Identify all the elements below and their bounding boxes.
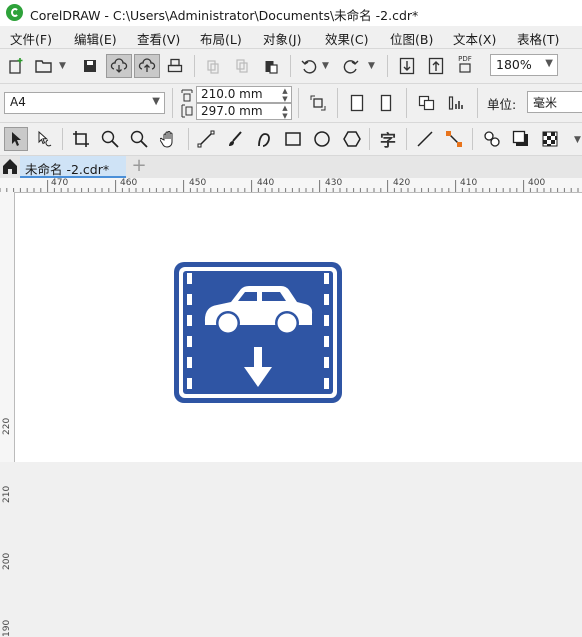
ruler-label: 220 [2, 417, 12, 435]
width-icon [181, 89, 193, 102]
page-height-value: 297.0 mm [201, 104, 263, 118]
horizontal-ruler[interactable]: 470 460 450 440 430 420 410 400 [0, 178, 582, 193]
ruler-label: 410 [460, 178, 478, 188]
page-layout-tool-icon[interactable] [307, 92, 329, 114]
rectangle-tool-icon[interactable] [282, 128, 304, 150]
new-document-icon[interactable] [5, 55, 27, 77]
paste-icon[interactable] [260, 55, 282, 77]
ruler-label: 470 [51, 178, 69, 188]
polygon-tool-icon[interactable] [341, 128, 363, 150]
cloud-upload-icon[interactable] [134, 54, 160, 78]
chevron-down-icon: ▼ [152, 96, 160, 107]
menu-edit[interactable]: 编辑(E) [74, 29, 117, 48]
standard-toolbar: ▼ ▼ ▼ PDF 180% ▼ [0, 49, 582, 84]
toolbox: 字 ▼ [0, 123, 582, 156]
pick-tool-icon[interactable] [4, 127, 28, 151]
ruler-label: 210 [2, 485, 12, 503]
menu-object[interactable]: 对象(J) [263, 29, 301, 48]
page-width-input[interactable]: 210.0 mm ▲ ▼ [196, 86, 292, 103]
save-icon[interactable] [79, 55, 101, 77]
connector-tool-icon[interactable] [443, 128, 465, 150]
ruler-label: 420 [393, 178, 411, 188]
cut-icon[interactable] [202, 55, 224, 77]
portrait-icon[interactable] [345, 91, 369, 115]
menu-text[interactable]: 文本(X) [453, 29, 496, 48]
cloud-download-icon[interactable] [106, 54, 132, 78]
menu-table[interactable]: 表格(T) [517, 29, 559, 48]
print-icon[interactable] [164, 55, 186, 77]
zoom-tool-icon[interactable] [99, 128, 121, 150]
all-pages-icon[interactable] [416, 92, 438, 114]
zoom-out-icon[interactable] [128, 128, 150, 150]
ruler-label: 200 [2, 552, 12, 570]
menu-layout[interactable]: 布局(L) [200, 29, 242, 48]
copy-icon[interactable] [231, 55, 253, 77]
ellipse-tool-icon[interactable] [311, 128, 333, 150]
document-tab-label: 未命名 -2.cdr* [25, 162, 110, 177]
toolbox-overflow-icon[interactable]: ▼ [574, 135, 581, 145]
landscape-icon[interactable] [374, 91, 398, 115]
document-tab-bar: 未命名 -2.cdr* + [0, 156, 582, 179]
artistic-media-icon[interactable] [224, 128, 246, 150]
page-size-value: A4 [10, 95, 26, 109]
menu-file[interactable]: 文件(F) [10, 29, 52, 48]
window-title: CorelDRAW - C:\Users\Administrator\Docum… [30, 8, 419, 23]
drop-shadow-icon[interactable] [510, 128, 532, 150]
page-height-input[interactable]: 297.0 mm ▲ ▼ [196, 103, 292, 120]
redo-icon[interactable] [340, 55, 362, 77]
ruler-label: 190 [2, 619, 12, 637]
pan-tool-icon[interactable] [158, 128, 180, 150]
crop-tool-icon[interactable] [70, 128, 92, 150]
vertical-ruler[interactable]: 220 210 200 190 [0, 192, 15, 637]
current-page-icon[interactable] [446, 92, 468, 114]
parallel-dimension-icon[interactable] [414, 128, 436, 150]
spin-down-icon[interactable]: ▼ [279, 112, 291, 121]
menu-bar: 文件(F) 编辑(E) 查看(V) 布局(L) 对象(J) 效果(C) 位图(B… [0, 26, 582, 49]
ruler-label: 430 [325, 178, 343, 188]
page-size-select[interactable]: A4 ▼ [4, 92, 165, 114]
coreldraw-logo-icon [6, 4, 23, 21]
title-bar: CorelDRAW - C:\Users\Administrator\Docum… [0, 0, 582, 26]
units-label: 单位: [487, 97, 517, 112]
publish-pdf-icon[interactable]: PDF [454, 53, 476, 75]
chevron-down-icon: ▼ [545, 58, 553, 69]
units-value: 毫米 [533, 96, 558, 110]
zoom-value: 180% [496, 57, 532, 72]
text-tool-icon[interactable]: 字 [377, 128, 399, 150]
bezier-curve-icon[interactable] [253, 128, 275, 150]
redo-dropdown-icon[interactable]: ▼ [368, 61, 375, 71]
blend-tool-icon[interactable] [481, 128, 503, 150]
ruler-label: 460 [120, 178, 138, 188]
document-tab[interactable]: 未命名 -2.cdr* [20, 156, 126, 178]
menu-view[interactable]: 查看(V) [137, 29, 180, 48]
freehand-tool-icon[interactable] [195, 128, 217, 150]
menu-effects[interactable]: 效果(C) [325, 29, 368, 48]
units-select[interactable]: 毫米 [527, 91, 582, 113]
property-bar: A4 ▼ 210.0 mm ▲ ▼ 297.0 mm ▲ ▼ 单位: 毫米 [0, 84, 582, 123]
home-icon[interactable] [2, 158, 18, 175]
lane-sign[interactable] [173, 261, 343, 404]
pdf-label: PDF [458, 55, 472, 63]
shape-tool-icon[interactable] [34, 128, 56, 150]
ruler-label: 450 [189, 178, 207, 188]
open-icon[interactable] [33, 55, 55, 77]
zoom-level-select[interactable]: 180% ▼ [490, 54, 558, 76]
menu-bitmaps[interactable]: 位图(B) [390, 29, 433, 48]
ruler-label: 400 [528, 178, 546, 188]
import-icon[interactable] [396, 55, 418, 77]
open-dropdown-icon[interactable]: ▼ [59, 61, 66, 71]
undo-icon[interactable] [298, 55, 320, 77]
transparency-tool-icon[interactable] [539, 128, 561, 150]
new-tab-button[interactable]: + [130, 157, 148, 175]
ruler-ticks [0, 180, 579, 192]
ruler-label: 440 [257, 178, 275, 188]
export-icon[interactable] [425, 55, 447, 77]
height-icon [181, 104, 193, 118]
page-width-value: 210.0 mm [201, 87, 263, 101]
undo-dropdown-icon[interactable]: ▼ [322, 61, 329, 71]
